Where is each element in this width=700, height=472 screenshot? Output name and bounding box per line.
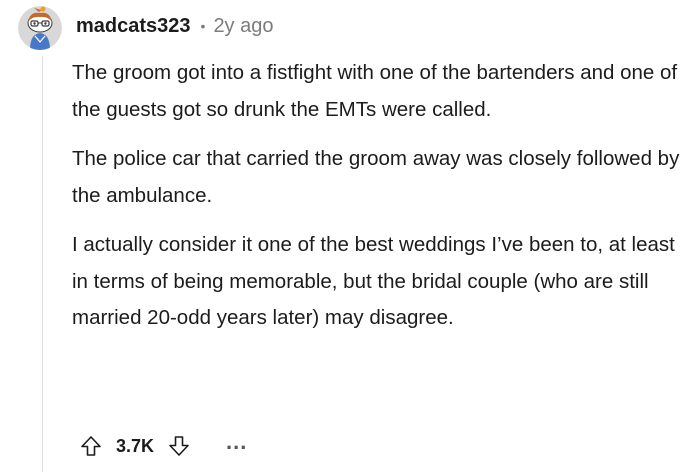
downvote-button[interactable]: [164, 431, 194, 461]
meta-separator: •: [200, 18, 206, 34]
more-options-button[interactable]: ...: [226, 431, 247, 461]
comment-actions: 3.7K ...: [76, 428, 247, 464]
vote-score: 3.7K: [116, 435, 155, 456]
snoo-avatar-icon: [18, 6, 62, 50]
comment-body: The groom got into a fistfight with one …: [72, 55, 682, 350]
comment-paragraph: The police car that carried the groom aw…: [72, 147, 680, 207]
comment-paragraph: The groom got into a fistfight with one …: [72, 61, 678, 121]
downvote-arrow-icon: [169, 436, 189, 456]
comment-paragraph: I actually consider it one of the best w…: [72, 233, 675, 329]
user-avatar[interactable]: [18, 6, 62, 50]
thread-line[interactable]: [42, 56, 43, 472]
comment-timestamp[interactable]: 2y ago: [213, 15, 273, 38]
comment-header: madcats323 • 2y ago: [76, 12, 274, 40]
upvote-arrow-icon: [81, 436, 101, 456]
username-link[interactable]: madcats323: [76, 15, 191, 38]
upvote-button[interactable]: [76, 431, 106, 461]
